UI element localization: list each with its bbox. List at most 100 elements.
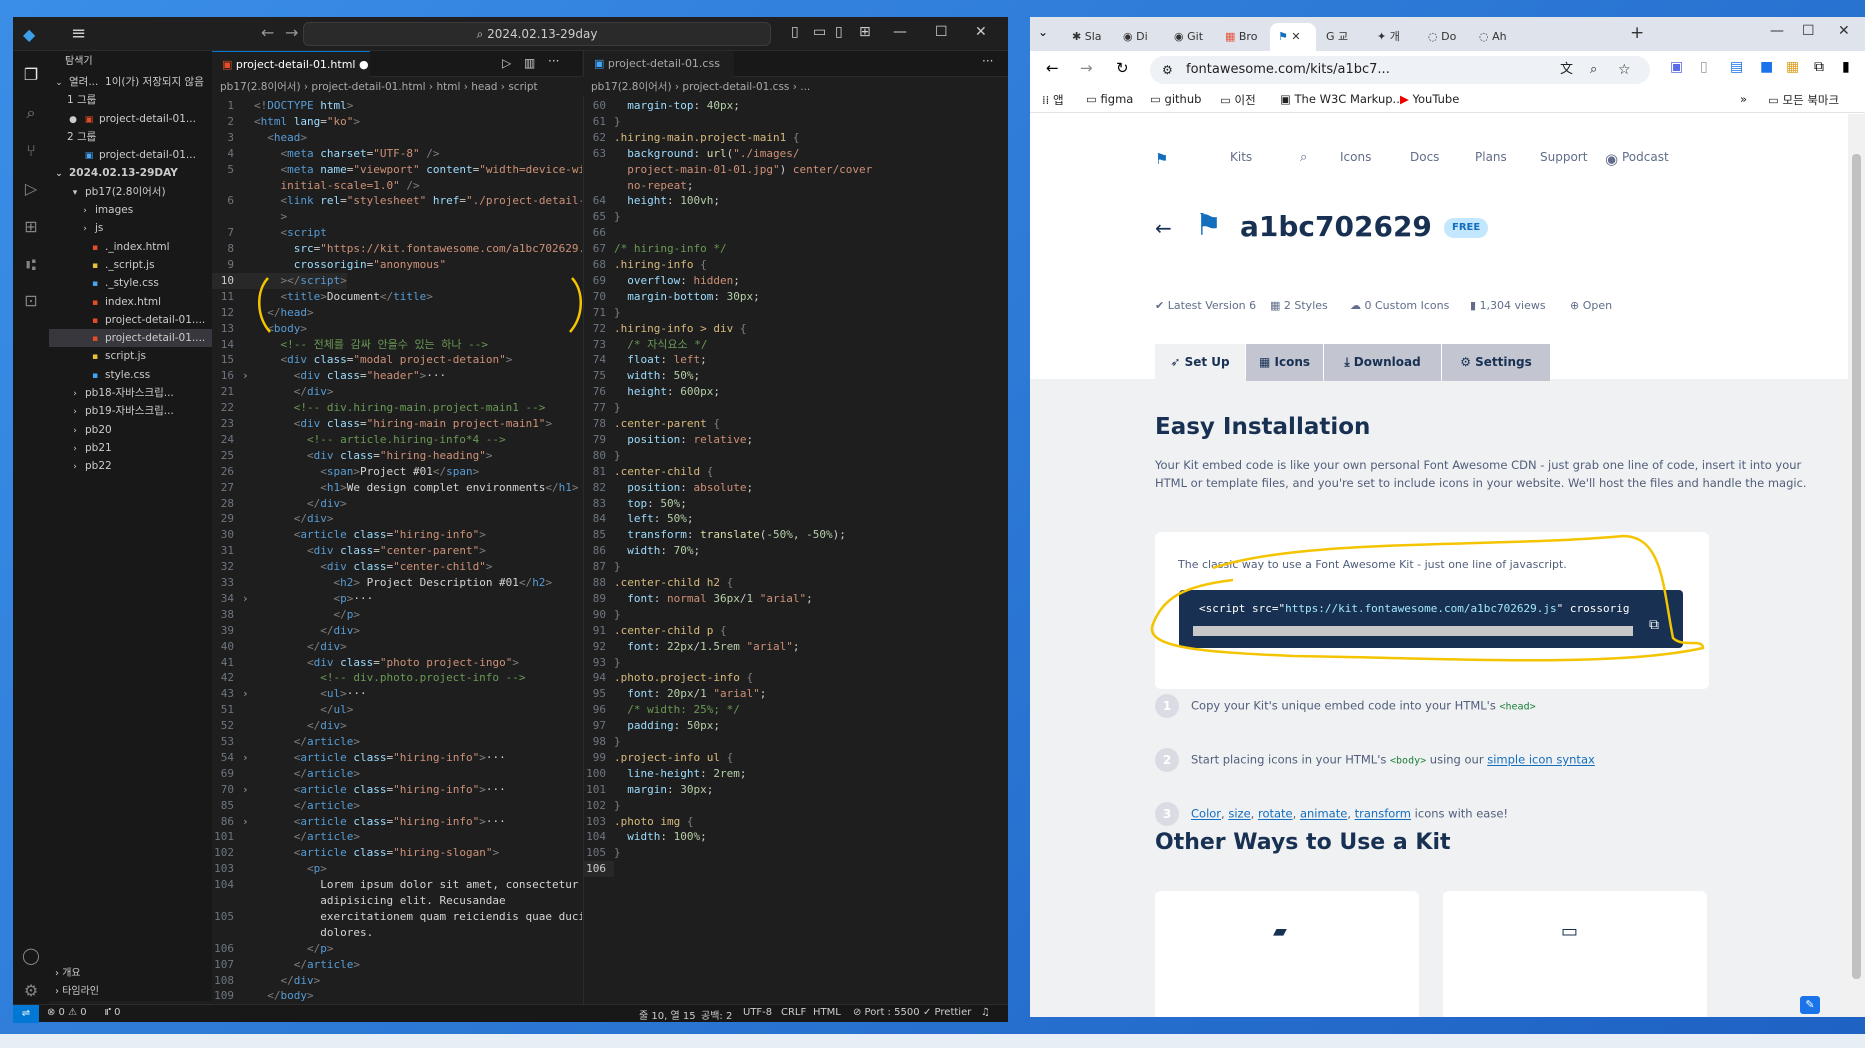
code-line[interactable]: 92 font: 22px/1.5rem "arial"; — [584, 639, 800, 655]
command-center-search[interactable]: ⌕ 2024.02.13-29day — [303, 22, 771, 46]
code-line[interactable]: 42 <!-- div.photo.project-info --> — [212, 670, 526, 686]
fold-chevron-icon[interactable]: › — [242, 686, 254, 702]
link-transform[interactable]: transform — [1355, 807, 1411, 821]
editor-group-1[interactable]: 1 그룹 — [49, 91, 212, 109]
html-breadcrumb[interactable]: pb17(2.8이어서) › project-detail-01.html › … — [212, 78, 582, 96]
extensions-puzzle-icon[interactable]: ⧉ — [1814, 59, 1824, 75]
browser-tab[interactable]: ◌ Ah — [1471, 23, 1519, 51]
code-line[interactable]: 66 — [584, 225, 614, 241]
browser-tab[interactable]: ◉ Di — [1115, 23, 1163, 51]
tab-settings[interactable]: ⚙ Settings — [1442, 344, 1550, 381]
open-editor-html[interactable]: ● ▣ project-detail-01... — [49, 110, 212, 128]
other-way-card[interactable]: ▰ — [1155, 891, 1419, 1017]
code-line[interactable]: 82 position: absolute; — [584, 480, 753, 496]
problems-status[interactable]: ⊗ 0 ⚠ 0 — [47, 1007, 87, 1018]
code-line[interactable]: 63 background: url("./images/ — [584, 146, 800, 162]
code-line[interactable]: 98} — [584, 734, 621, 750]
extension-icon[interactable]: ▦ — [1786, 59, 1799, 75]
code-line[interactable]: 68 .hiring-info { — [584, 257, 707, 273]
code-line[interactable]: 108 </div> — [212, 973, 320, 989]
code-line[interactable]: dolores. — [212, 925, 373, 941]
tree-item[interactable]: ▪ project-detail-01.... — [49, 329, 212, 348]
tree-item[interactable]: ▾ pb17(2.8이어서) — [49, 183, 212, 201]
site-info-icon[interactable]: ⚙ — [1162, 56, 1173, 84]
browser-tab[interactable]: ▦ Bro — [1217, 23, 1265, 51]
code-line[interactable]: 86 › <article class="hiring-info">··· — [212, 814, 506, 830]
code-line[interactable]: 24 <!-- article.hiring-info*4 --> — [212, 432, 506, 448]
tab-search-icon[interactable]: ⌄ — [1038, 25, 1048, 39]
code-line[interactable]: 40 </div> — [212, 639, 347, 655]
code-line[interactable]: 85 </article> — [212, 798, 360, 814]
browser-tab[interactable]: ⚑ ✕ — [1270, 23, 1316, 51]
html-code-editor[interactable]: 1 <!DOCTYPE html> 2 <html lang="ko"> 3 <he… — [212, 96, 582, 1004]
address-bar[interactable]: ⚙ fontawesome.com/kits/a1bc7... 文 ⌕ ☆ — [1150, 56, 1650, 84]
prettier-status[interactable]: ✓ Prettier — [923, 1007, 971, 1018]
encoding-status[interactable]: UTF-8 — [743, 1007, 772, 1018]
reload-icon[interactable]: ↻ — [1116, 59, 1129, 77]
nav-link-plans[interactable]: Plans — [1475, 150, 1507, 164]
tab-icons[interactable]: ▦ Icons — [1246, 344, 1323, 381]
code-line[interactable]: 2 <html lang="ko"> — [212, 114, 360, 130]
edit-pencil-icon[interactable]: ✎ — [1800, 996, 1820, 1014]
code-line[interactable]: 101 margin: 30px; — [584, 782, 713, 798]
code-line[interactable]: 53 </article> — [212, 734, 360, 750]
simple-icon-syntax-link[interactable]: simple icon syntax — [1487, 753, 1595, 767]
code-line[interactable]: 4 <meta charset="UTF-8" /> — [212, 146, 439, 162]
search-icon[interactable]: ⌕ — [21, 103, 41, 123]
code-line[interactable]: 90} — [584, 607, 621, 623]
code-line[interactable]: 69 </article> — [212, 766, 360, 782]
code-line[interactable]: 102} — [584, 798, 621, 814]
tree-item[interactable]: ▪ ._style.css — [49, 274, 212, 292]
bookmark-item[interactable]: ▣ The W3C Markup... — [1280, 92, 1404, 106]
tree-item[interactable]: › images — [49, 201, 212, 219]
fontawesome-flag-logo-icon[interactable]: ⚑ — [1155, 150, 1168, 168]
code-line[interactable]: 76 height: 600px; — [584, 384, 720, 400]
fold-chevron-icon[interactable]: › — [242, 814, 254, 830]
link-animate[interactable]: animate — [1300, 807, 1347, 821]
code-line[interactable]: 33 <h2> Project Description #01</h2> — [212, 575, 552, 591]
fold-chevron-icon[interactable]: › — [242, 750, 254, 766]
link-size[interactable]: size — [1228, 807, 1250, 821]
code-line[interactable]: initial-scale=1.0" /> — [212, 178, 420, 194]
code-line[interactable]: 77} — [584, 400, 621, 416]
notifications-bell-icon[interactable]: ♫ — [981, 1007, 990, 1018]
live-server-port[interactable]: ⊘ Port : 5500 — [853, 1007, 920, 1018]
code-line[interactable]: project-main-01-01.jpg") center/cover — [584, 162, 872, 178]
extensions-icon[interactable]: ⊞ — [21, 217, 41, 237]
close-icon[interactable]: ✕ — [1838, 23, 1850, 39]
code-line[interactable]: 103 .photo img { — [584, 814, 693, 830]
code-line[interactable]: 14 <!-- 전체를 감싸 안을수 있는 하나 --> — [212, 337, 488, 353]
editor-group-2[interactable]: 2 그룹 — [49, 128, 212, 146]
code-line[interactable]: 91 .center-child p { — [584, 623, 727, 639]
bookmark-item[interactable]: ▭ 이전 — [1220, 92, 1256, 108]
code-line[interactable]: 106 </p> — [212, 941, 333, 957]
code-line[interactable]: 93} — [584, 655, 621, 671]
code-line[interactable]: 99 .project-info ul { — [584, 750, 733, 766]
open-editor-css[interactable]: ▣ project-detail-01... — [49, 146, 212, 164]
code-line[interactable]: 28 </div> — [212, 496, 347, 512]
zoom-icon[interactable]: ⌕ — [1590, 56, 1597, 84]
code-line[interactable]: 13 <body> — [212, 321, 307, 337]
code-line[interactable]: 73 /* 자식요소 */ — [584, 337, 708, 353]
fold-chevron-icon[interactable]: › — [242, 368, 254, 384]
tree-item[interactable]: ▪ script.js — [49, 347, 212, 365]
code-line[interactable]: 101 </article> — [212, 829, 360, 845]
code-line[interactable]: 67 /* hiring-info */ — [584, 241, 727, 257]
code-line[interactable]: 34 › <p>··· — [212, 591, 373, 607]
toggle-panel-icon[interactable]: ▭ — [813, 24, 826, 40]
toggle-secondary-sidebar-icon[interactable]: ▯ — [835, 24, 843, 40]
outline-section[interactable]: › 개요 — [49, 965, 212, 983]
bookmark-star-icon[interactable]: ☆ — [1618, 56, 1631, 84]
remote-indicator-icon[interactable]: ⇌ — [13, 1005, 39, 1023]
code-line[interactable]: 74 float: left; — [584, 352, 707, 368]
account-icon[interactable]: ◯ — [21, 946, 41, 966]
tab-close-icon[interactable]: ✕ — [1291, 30, 1300, 43]
code-line[interactable]: 41 <div class="photo project-ingo"> — [212, 655, 519, 671]
code-line[interactable]: 105} — [584, 845, 621, 861]
code-line[interactable]: 5 <meta name="viewport" content="width=d… — [212, 162, 582, 178]
page-scrollbar[interactable] — [1848, 114, 1865, 1017]
tree-item[interactable]: ▪ style.css — [49, 366, 212, 384]
code-line[interactable]: > — [212, 209, 288, 225]
code-line[interactable]: 88 .center-child h2 { — [584, 575, 733, 591]
code-line[interactable]: 54 › <article class="hiring-info">··· — [212, 750, 506, 766]
